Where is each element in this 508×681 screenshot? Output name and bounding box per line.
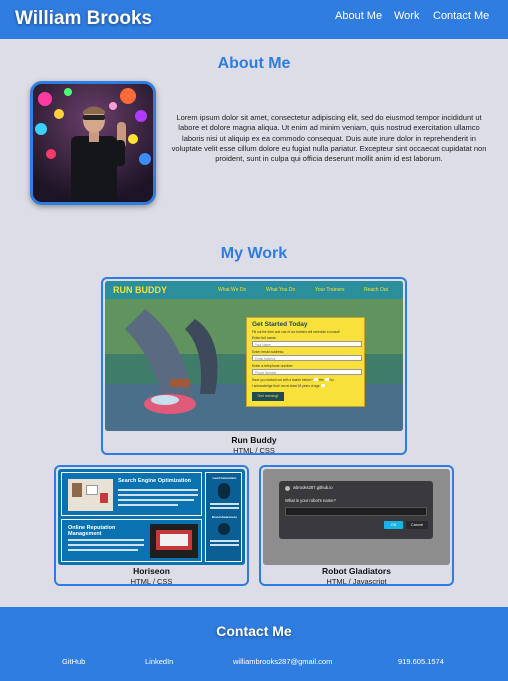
work-title: My Work bbox=[220, 245, 288, 262]
project-card-robot-gladiators[interactable]: wbrooks287.github.io What is your robot'… bbox=[259, 465, 454, 586]
orm-heading: Online Reputation Management bbox=[68, 525, 116, 537]
form-phone-input: Phone Number bbox=[252, 369, 362, 375]
robot-gladiators-screenshot: wbrooks287.github.io What is your robot'… bbox=[263, 469, 450, 565]
project-tech: HTML / CSS bbox=[233, 446, 275, 455]
form-question: Have you worked out with a trainer befor… bbox=[252, 378, 334, 382]
nav-link-contact[interactable]: Contact Me bbox=[433, 10, 489, 22]
sidebar-heading-1: Lead Generation bbox=[212, 476, 237, 480]
profile-photo-image bbox=[33, 84, 153, 202]
form-subtitle: Fill out the form and one of our trainer… bbox=[252, 330, 340, 334]
form-email-input: Email Address bbox=[252, 355, 362, 361]
run-buddy-nav-4: Reach Out bbox=[364, 287, 388, 293]
dialog-site: wbrooks287.github.io bbox=[293, 485, 333, 490]
horiseon-orm-panel: Online Reputation Management bbox=[61, 519, 202, 562]
about-description: Lorem ipsum dolor sit amet, consectetur … bbox=[171, 113, 487, 164]
horiseon-sidebar: Lead Generation Brand Awareness bbox=[205, 472, 242, 562]
profile-photo bbox=[30, 81, 156, 205]
run-buddy-nav-1: What We Do bbox=[218, 287, 247, 293]
run-buddy-screenshot: RUN BUDDY What We Do What You Do Your Tr… bbox=[105, 281, 403, 431]
email-link[interactable]: williambrooks287@gmail.com bbox=[233, 657, 332, 666]
form-ack: I acknowledge that I am at least 18 year… bbox=[252, 384, 325, 388]
nav-link-about[interactable]: About Me bbox=[335, 10, 382, 22]
form-label-phone: Enter a telephone number: bbox=[252, 364, 294, 368]
run-buddy-nav-3: Your Trainers bbox=[315, 287, 345, 293]
dialog-ok-button: OK bbox=[384, 521, 403, 529]
run-buddy-nav-2: What You Do bbox=[266, 287, 296, 293]
contact-footer: Contact Me GitHub LinkedIn williambrooks… bbox=[0, 607, 508, 681]
horiseon-seo-panel: Search Engine Optimization bbox=[61, 472, 202, 516]
form-title: Get Started Today bbox=[252, 321, 308, 328]
sidebar-heading-2: Brand Awareness bbox=[211, 515, 238, 519]
contact-title: Contact Me bbox=[216, 623, 292, 639]
about-title: About Me bbox=[217, 55, 291, 72]
form-name-input: Your Name bbox=[252, 341, 362, 347]
project-title: Run Buddy bbox=[231, 435, 277, 445]
phone-number: 919.605.1574 bbox=[398, 657, 444, 666]
linkedin-link[interactable]: LinkedIn bbox=[145, 657, 173, 666]
seo-heading: Search Engine Optimization bbox=[118, 478, 192, 484]
globe-icon bbox=[285, 486, 290, 491]
prompt-dialog: wbrooks287.github.io What is your robot'… bbox=[279, 481, 433, 539]
form-label-name: Enter full name: bbox=[252, 336, 277, 340]
dialog-cancel-button: Cancel bbox=[406, 521, 428, 529]
project-card-run-buddy[interactable]: RUN BUDDY What We Do What You Do Your Tr… bbox=[101, 277, 407, 455]
nav-link-work[interactable]: Work bbox=[394, 10, 419, 22]
project-title: Robot Gladiators bbox=[322, 566, 391, 576]
horiseon-screenshot: Search Engine Optimization Online Reputa… bbox=[58, 469, 245, 565]
run-buddy-logo: RUN BUDDY bbox=[113, 285, 167, 295]
project-card-horiseon[interactable]: Search Engine Optimization Online Reputa… bbox=[54, 465, 249, 586]
github-link[interactable]: GitHub bbox=[62, 657, 85, 666]
get-started-form: Get Started Today Fill out the form and … bbox=[246, 317, 365, 407]
form-label-email: Enter email address: bbox=[252, 350, 285, 354]
site-header: William Brooks About Me Work Contact Me bbox=[0, 0, 508, 39]
site-name: William Brooks bbox=[15, 8, 153, 29]
dialog-prompt: What is your robot's name? bbox=[285, 498, 336, 503]
project-tech: HTML / CSS bbox=[130, 577, 173, 586]
form-submit-button: Get running! bbox=[252, 392, 284, 401]
project-tech: HTML / Javascript bbox=[326, 577, 387, 586]
dialog-input bbox=[285, 507, 427, 516]
project-title: Horiseon bbox=[133, 566, 170, 576]
